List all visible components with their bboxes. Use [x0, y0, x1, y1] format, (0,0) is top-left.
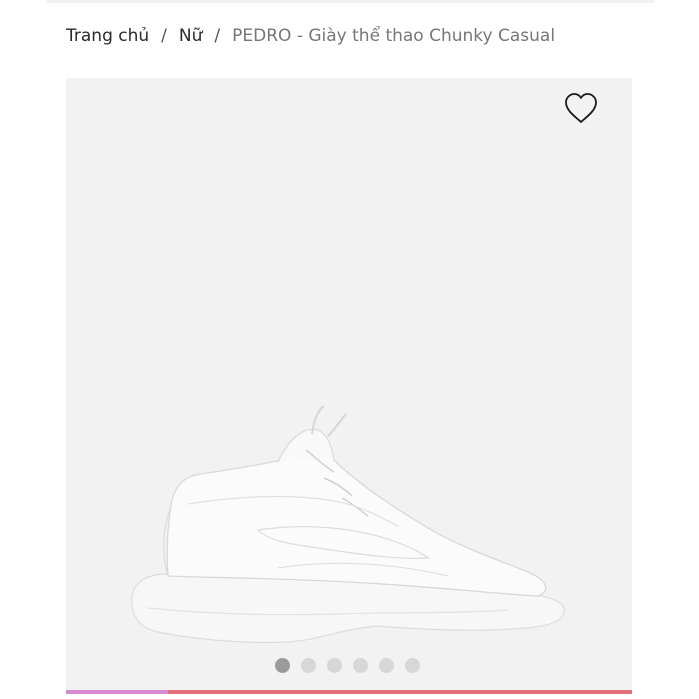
breadcrumb-home-link[interactable]: Trang chủ: [66, 26, 149, 46]
carousel-dot[interactable]: [274, 658, 290, 673]
accent-bar: [66, 690, 632, 694]
top-divider: [46, 0, 654, 3]
accent-bar-left: [66, 690, 168, 694]
product-image-gallery[interactable]: [66, 78, 632, 694]
carousel-dot[interactable]: [378, 658, 394, 673]
carousel-dot[interactable]: [404, 658, 420, 673]
breadcrumb-separator: /: [161, 26, 167, 46]
breadcrumb: Trang chủ / Nữ / PEDRO - Giày thể thao C…: [66, 24, 555, 48]
product-image-sneaker: [131, 405, 565, 644]
breadcrumb-category-link[interactable]: Nữ: [179, 26, 203, 46]
breadcrumb-current-page: PEDRO - Giày thể thao Chunky Casual: [232, 26, 556, 46]
wishlist-button[interactable]: [563, 91, 599, 125]
carousel-dot[interactable]: [352, 658, 368, 673]
accent-bar-right: [167, 690, 632, 694]
breadcrumb-separator: /: [214, 26, 221, 46]
carousel-dot[interactable]: [300, 658, 316, 673]
heart-outline-icon: [565, 93, 597, 123]
carousel-dots: [66, 658, 632, 673]
carousel-dot[interactable]: [326, 658, 342, 673]
